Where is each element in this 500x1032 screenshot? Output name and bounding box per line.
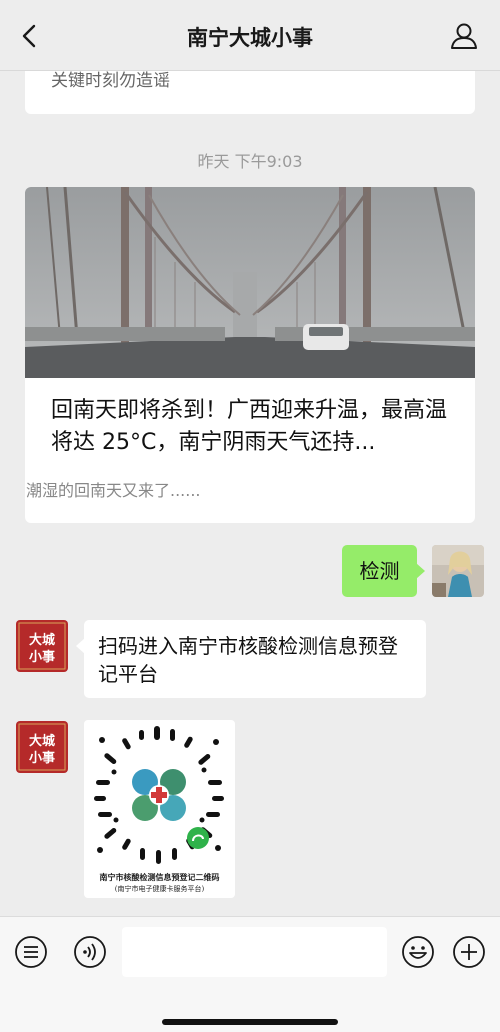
- my-message-bubble[interactable]: 检测: [342, 545, 425, 597]
- qr-code-image-message[interactable]: 南宁市核酸检测信息预登记二维码 (南宁市电子健康卡服务平台): [84, 720, 235, 898]
- chat-title: 南宁大城小事: [187, 26, 313, 50]
- svg-text:大城: 大城: [29, 632, 55, 648]
- timestamp: 昨天 下午9:03: [197, 152, 303, 171]
- article-description: 潮湿的回南天又来了......: [26, 481, 201, 500]
- list-icon[interactable]: [14, 935, 48, 969]
- qr-caption-subtitle: (南宁市电子健康卡服务平台): [114, 885, 205, 893]
- article-cover-image: [25, 187, 475, 378]
- svg-text:小事: 小事: [29, 649, 55, 665]
- my-avatar[interactable]: [432, 545, 484, 597]
- article-card[interactable]: 回南天即将杀到！广西迎来升温，最高温将达 25°C，南宁阴雨天气还持...: [25, 187, 475, 523]
- user-icon[interactable]: [448, 20, 480, 52]
- voice-icon[interactable]: [73, 935, 107, 969]
- article-title: 回南天即将杀到！广西迎来升温，最高温将达 25°C，南宁阴雨天气还持...: [51, 398, 448, 455]
- chat-header: 南宁大城小事: [0, 0, 500, 71]
- mini-program-code-icon: [94, 726, 224, 864]
- svg-text:小事: 小事: [29, 750, 55, 766]
- home-indicator: [162, 1019, 338, 1025]
- qr-caption-title: 南宁市核酸检测信息预登记二维码: [99, 872, 220, 882]
- official-account-avatar[interactable]: 大城 小事: [16, 721, 68, 773]
- plus-icon[interactable]: [452, 935, 486, 969]
- message-input[interactable]: [122, 927, 387, 977]
- bot-message-bubble[interactable]: 扫码进入南宁市核酸检测信息预登记平台: [76, 620, 426, 698]
- emoji-icon[interactable]: [401, 935, 435, 969]
- chat-input-bar: [0, 916, 500, 1032]
- official-account-avatar[interactable]: 大城 小事: [16, 620, 68, 672]
- svg-text:大城: 大城: [29, 733, 55, 749]
